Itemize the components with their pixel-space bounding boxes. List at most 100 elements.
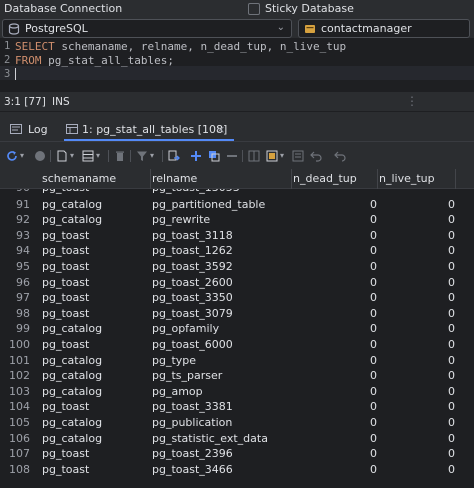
table-row[interactable]: 102 pg_catalog pg_ts_parser 0 0	[0, 369, 474, 385]
cell-n-dead-tup[interactable]: 0	[340, 338, 377, 351]
more-icon[interactable]: ⋮	[406, 94, 418, 108]
cell-n-dead-tup[interactable]: 0	[340, 369, 377, 382]
table-row[interactable]: 103 pg_catalog pg_amop 0 0	[0, 385, 474, 401]
cell-n-dead-tup[interactable]: 0	[340, 400, 377, 413]
chevron-down-icon[interactable]: ▾	[150, 151, 154, 160]
cell-relname[interactable]: pg_publication	[152, 416, 232, 429]
cell-schemaname[interactable]: pg_toast	[42, 400, 89, 413]
cell-relname[interactable]: pg_toast_3592	[152, 260, 233, 273]
stop-icon[interactable]	[34, 150, 46, 162]
cell-n-dead-tup[interactable]: 0	[340, 447, 377, 460]
chevron-down-icon[interactable]: ▾	[20, 151, 24, 160]
cell-relname[interactable]: pg_toast_3350	[152, 291, 233, 304]
cell-n-dead-tup[interactable]: 0	[340, 354, 377, 367]
table-row[interactable]: 99 pg_catalog pg_opfamily 0 0	[0, 322, 474, 338]
table-row[interactable]: 97 pg_toast pg_toast_3350 0 0	[0, 291, 474, 307]
cell-relname[interactable]: pg_toast_2396	[152, 447, 233, 460]
cell-n-live-tup[interactable]: 0	[420, 463, 455, 476]
cell-n-live-tup[interactable]: 0	[420, 244, 455, 257]
table-row[interactable]: 107 pg_toast pg_toast_2396 0 0	[0, 447, 474, 463]
cell-n-live-tup[interactable]: 0	[420, 432, 455, 445]
export-icon[interactable]	[168, 150, 180, 162]
view-icon[interactable]	[266, 150, 278, 162]
cell-relname[interactable]: pg_toast_3466	[152, 463, 233, 476]
sql-editor[interactable]: 1 SELECT schemaname, relname, n_dead_tup…	[0, 38, 474, 92]
revert-icon[interactable]	[310, 150, 322, 162]
table-row[interactable]: 93 pg_toast pg_toast_3118 0 0	[0, 229, 474, 245]
settings-icon[interactable]	[292, 150, 304, 162]
cell-n-dead-tup[interactable]: 0	[340, 244, 377, 257]
column-separator[interactable]	[150, 169, 151, 189]
cell-schemaname[interactable]: pg_catalog	[42, 369, 102, 382]
cell-n-dead-tup[interactable]: 0	[340, 229, 377, 242]
column-header-n-live-tup[interactable]: n_live_tup	[379, 172, 435, 185]
column-separator[interactable]	[291, 169, 292, 189]
cell-relname[interactable]: pg_toast_3118	[152, 229, 233, 242]
cell-n-dead-tup[interactable]: 0	[340, 385, 377, 398]
cell-n-dead-tup[interactable]: 0	[340, 291, 377, 304]
cell-relname[interactable]: pg_toast_3079	[152, 307, 233, 320]
column-header-relname[interactable]: relname	[152, 172, 197, 185]
cell-n-live-tup[interactable]: 0	[420, 369, 455, 382]
table-row[interactable]: 108 pg_toast pg_toast_3466 0 0	[0, 463, 474, 479]
cell-schemaname[interactable]: pg_catalog	[42, 432, 102, 445]
duplicate-row-icon[interactable]	[208, 150, 220, 162]
remove-row-icon[interactable]	[226, 150, 238, 162]
cell-n-dead-tup[interactable]: 0	[340, 198, 377, 211]
cell-schemaname[interactable]: pg_toast	[42, 260, 89, 273]
cell-n-live-tup[interactable]: 0	[420, 229, 455, 242]
cell-n-live-tup[interactable]: 0	[420, 400, 455, 413]
cell-n-live-tup[interactable]: 0	[420, 447, 455, 460]
cell-n-dead-tup[interactable]: 0	[340, 416, 377, 429]
delete-icon[interactable]	[114, 150, 126, 162]
compare-icon[interactable]	[248, 150, 260, 162]
cell-schemaname[interactable]: pg_catalog	[42, 213, 102, 226]
cell-n-live-tup[interactable]: 0	[420, 385, 455, 398]
cell-schemaname[interactable]: pg_toast	[42, 463, 89, 476]
table-row[interactable]: 104 pg_toast pg_toast_3381 0 0	[0, 400, 474, 416]
chevron-down-icon[interactable]: ▾	[280, 151, 284, 160]
table-row[interactable]: 100 pg_toast pg_toast_6000 0 0	[0, 338, 474, 354]
table-row[interactable]: 105 pg_catalog pg_publication 0 0	[0, 416, 474, 432]
column-header-n-dead-tup[interactable]: n_dead_tup	[293, 172, 357, 185]
cell-relname[interactable]: pg_toast_1262	[152, 244, 233, 257]
table-row[interactable]: 94 pg_toast pg_toast_1262 0 0	[0, 244, 474, 260]
add-row-icon[interactable]	[190, 150, 202, 162]
cell-n-dead-tup[interactable]: 0	[340, 463, 377, 476]
cell-n-live-tup[interactable]: 0	[420, 354, 455, 367]
column-header-schemaname[interactable]: schemaname	[42, 172, 116, 185]
document-icon[interactable]	[56, 150, 68, 162]
chevron-down-icon[interactable]: ▾	[96, 151, 100, 160]
cell-n-dead-tup[interactable]: 0	[340, 322, 377, 335]
undo-icon[interactable]	[334, 150, 346, 162]
connection-select[interactable]: PostgreSQL ⌄	[2, 19, 292, 38]
cell-n-live-tup[interactable]: 0	[420, 213, 455, 226]
column-separator[interactable]	[455, 169, 456, 189]
cell-relname[interactable]: pg_statistic_ext_data	[152, 432, 268, 445]
cell-schemaname[interactable]: pg_toast	[42, 276, 89, 289]
cell-relname[interactable]: pg_amop	[152, 385, 203, 398]
cell-schemaname[interactable]: pg_toast	[42, 291, 89, 304]
cell-schemaname[interactable]: pg_toast	[42, 447, 89, 460]
cell-schemaname[interactable]: pg_catalog	[42, 416, 102, 429]
cell-schemaname[interactable]: pg_catalog	[42, 322, 102, 335]
cell-relname[interactable]: pg_ts_parser	[152, 369, 222, 382]
cell-relname[interactable]: pg_opfamily	[152, 322, 219, 335]
table-row[interactable]: 98 pg_toast pg_toast_3079 0 0	[0, 307, 474, 323]
table-row[interactable]: 101 pg_catalog pg_type 0 0	[0, 354, 474, 370]
sticky-database-checkbox[interactable]	[248, 3, 260, 15]
cell-relname[interactable]: pg_toast_2600	[152, 276, 233, 289]
results-grid[interactable]: schemaname relname n_dead_tup n_live_tup…	[0, 169, 474, 488]
cell-relname[interactable]: pg_partitioned_table	[152, 198, 265, 211]
cell-relname[interactable]: pg_type	[152, 354, 196, 367]
cell-n-live-tup[interactable]: 0	[420, 198, 455, 211]
cell-schemaname[interactable]: pg_toast	[42, 307, 89, 320]
cell-n-live-tup[interactable]: 0	[420, 307, 455, 320]
cell-n-live-tup[interactable]: 0	[420, 291, 455, 304]
table-row[interactable]: 92 pg_catalog pg_rewrite 0 0	[0, 213, 474, 229]
cell-n-dead-tup[interactable]: 0	[340, 213, 377, 226]
table-row[interactable]: 106 pg_catalog pg_statistic_ext_data 0 0	[0, 432, 474, 448]
cell-n-dead-tup[interactable]: 0	[340, 307, 377, 320]
cell-schemaname[interactable]: pg_toast	[42, 244, 89, 257]
cell-schemaname[interactable]: pg_catalog	[42, 354, 102, 367]
